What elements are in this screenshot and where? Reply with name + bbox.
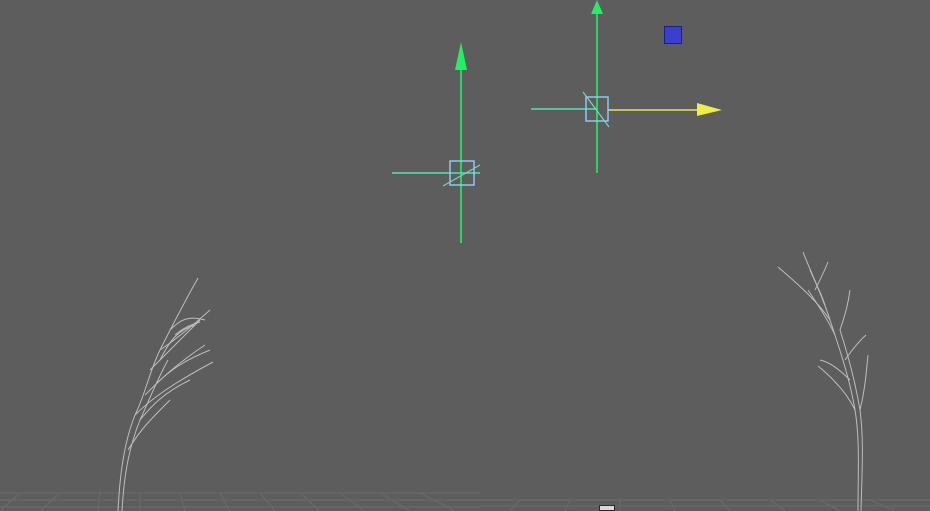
y-axis-arrow-icon[interactable]	[455, 42, 467, 70]
tree-right[interactable]	[777, 251, 869, 511]
ground-grid-right	[480, 499, 930, 511]
toggle-icon[interactable]	[599, 505, 615, 511]
y-axis-arrow-icon[interactable]	[591, 0, 603, 14]
x-axis-arrow-icon[interactable]	[697, 103, 722, 116]
move-manipulator-left[interactable]	[392, 42, 481, 243]
blue-square-handle[interactable]	[664, 26, 682, 44]
scene-overlay	[0, 0, 930, 511]
tree-left[interactable]	[117, 277, 214, 511]
move-manipulator-right[interactable]	[531, 0, 722, 173]
viewport-area[interactable]	[0, 0, 930, 511]
ground-grid-left	[0, 489, 480, 511]
